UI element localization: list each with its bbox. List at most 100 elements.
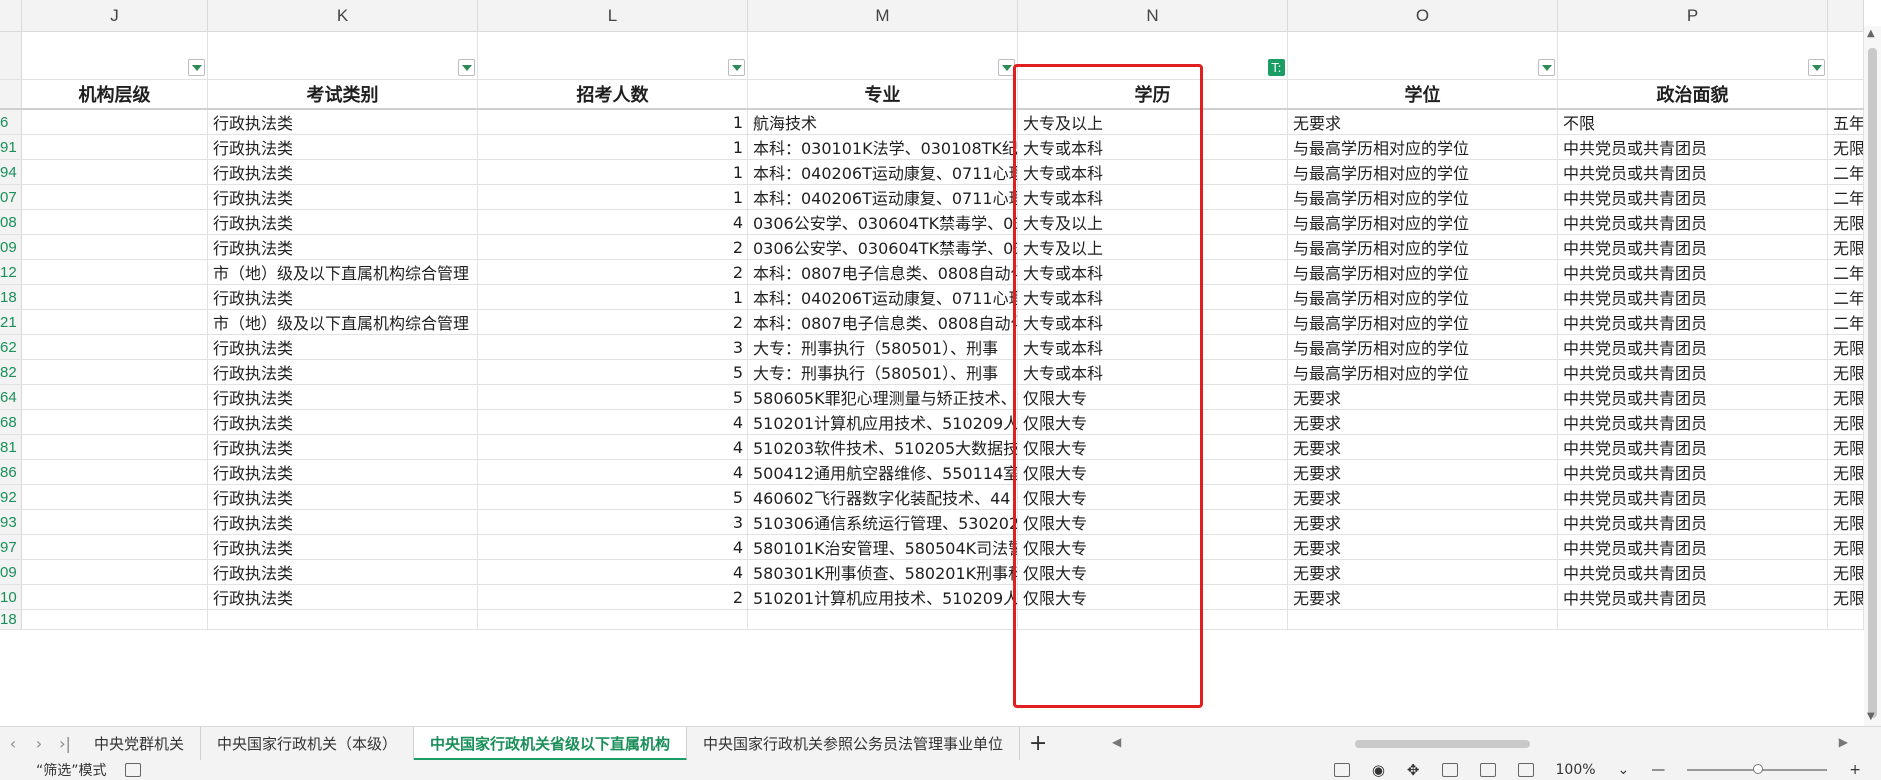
cell-zhengzhi[interactable]: 中共党员或共青团员 <box>1558 285 1828 309</box>
cell-xuewei[interactable]: 无要求 <box>1288 560 1558 584</box>
cell-zhuanye[interactable]: 500412通用航空器维修、550114室内 <box>748 460 1018 484</box>
cell-q[interactable]: 无限 <box>1828 460 1864 484</box>
cell-zhengzhi[interactable]: 中共党员或共青团员 <box>1558 360 1828 384</box>
normal-view-icon[interactable] <box>1441 763 1458 777</box>
cell-zhengzhi[interactable]: 中共党员或共青团员 <box>1558 535 1828 559</box>
cell-zhuanye[interactable]: 510201计算机应用技术、510209人工 <box>748 585 1018 609</box>
cell-jigou[interactable] <box>22 460 208 484</box>
cell-xueli[interactable]: 仅限大专 <box>1018 560 1288 584</box>
scroll-right-icon[interactable]: ▶ <box>1839 735 1848 749</box>
cell-zhuanye[interactable]: 0306公安学、030604TK禁毒学、03 <box>748 235 1018 259</box>
filter-dropdown-icon[interactable] <box>458 59 475 76</box>
cell-zhaokao[interactable]: 4 <box>478 410 748 434</box>
cell-zhuanye[interactable]: 航海技术 <box>748 110 1018 134</box>
row-number[interactable]: 86 <box>0 460 22 484</box>
table-row[interactable]: 94 行政执法类 1 本科：040206T运动康复、0711心理 大专或本科 与最高学历相… <box>0 160 1864 185</box>
cell-kaoshi[interactable]: 行政执法类 <box>208 410 478 434</box>
cell-jigou[interactable] <box>22 510 208 534</box>
row-number[interactable]: 21 <box>0 310 22 334</box>
cell-zhaokao[interactable]: 4 <box>478 210 748 234</box>
cell-q[interactable]: 五年 <box>1828 110 1864 134</box>
cell-zhuanye[interactable]: 580101K治安管理、580504K司法警 <box>748 535 1018 559</box>
cell-zhengzhi[interactable]: 中共党员或共青团员 <box>1558 385 1828 409</box>
cell-xueli[interactable]: 仅限大专 <box>1018 585 1288 609</box>
cell-zhuanye[interactable]: 580301K刑事侦查、580201K刑事科 <box>748 560 1018 584</box>
cell-q[interactable]: 无限 <box>1828 585 1864 609</box>
table-cell[interactable] <box>1288 610 1558 629</box>
cell-xuewei[interactable]: 无要求 <box>1288 485 1558 509</box>
table-row[interactable]: 91 行政执法类 1 本科：030101K法学、030108TK纪检 大专或本科 与最高学… <box>0 135 1864 160</box>
cell-kaoshi[interactable]: 市（地）级及以下直属机构综合管理 <box>208 310 478 334</box>
cell-zhuanye[interactable]: 580605K罪犯心理测量与矫正技术、 <box>748 385 1018 409</box>
first-sheet-icon[interactable]: ‹ <box>0 734 26 753</box>
cell-xueli[interactable]: 大专或本科 <box>1018 335 1288 359</box>
cell-xuewei[interactable]: 与最高学历相对应的学位 <box>1288 210 1558 234</box>
cell-q[interactable]: 无限 <box>1828 435 1864 459</box>
table-row[interactable]: 93 行政执法类 3 510306通信系统运行管理、530202 仅限大专 无要求 中共党员… <box>0 510 1864 535</box>
cell-zhaokao[interactable]: 3 <box>478 510 748 534</box>
cell-q[interactable]: 二年 <box>1828 185 1864 209</box>
sheet-tab-shengji-active[interactable]: 中央国家行政机关省级以下直属机构 <box>414 726 688 761</box>
table-cell[interactable] <box>1828 610 1864 629</box>
table-cell[interactable] <box>478 610 748 629</box>
table-row[interactable]: 68 行政执法类 4 510201计算机应用技术、510209人工 仅限大专 无要求 中共党… <box>0 410 1864 435</box>
table-row[interactable]: 81 行政执法类 4 510203软件技术、510205大数据技术 仅限大专 无要求 中共党… <box>0 435 1864 460</box>
column-header-q[interactable] <box>1828 0 1864 32</box>
table-row[interactable]: 97 行政执法类 4 580101K治安管理、580504K司法警 仅限大专 无要求 中共党… <box>0 535 1864 560</box>
column-header-k[interactable]: K <box>208 0 478 32</box>
cell-zhengzhi[interactable]: 中共党员或共青团员 <box>1558 185 1828 209</box>
row-number[interactable]: 10 <box>0 585 22 609</box>
table-row[interactable]: 07 行政执法类 1 本科：040206T运动康复、0711心理 大专或本科 与最高学历相… <box>0 185 1864 210</box>
column-header-o[interactable]: O <box>1288 0 1558 32</box>
zoom-dropdown-icon[interactable]: ⌄ <box>1618 762 1630 778</box>
cell-xuewei[interactable]: 与最高学历相对应的学位 <box>1288 185 1558 209</box>
table-row[interactable]: 09 行政执法类 4 580301K刑事侦查、580201K刑事科 仅限大专 无要求 中共党… <box>0 560 1864 585</box>
cell-kaoshi[interactable]: 行政执法类 <box>208 135 478 159</box>
cell-zhaokao[interactable]: 4 <box>478 460 748 484</box>
cell-xuewei[interactable]: 无要求 <box>1288 510 1558 534</box>
cell-q[interactable]: 无限 <box>1828 510 1864 534</box>
cell-kaoshi[interactable]: 行政执法类 <box>208 560 478 584</box>
cell-xuewei[interactable]: 与最高学历相对应的学位 <box>1288 360 1558 384</box>
cell-xueli[interactable]: 大专或本科 <box>1018 260 1288 284</box>
cell-zhaokao[interactable]: 4 <box>478 435 748 459</box>
cell-kaoshi[interactable]: 行政执法类 <box>208 285 478 309</box>
cell-kaoshi[interactable]: 行政执法类 <box>208 485 478 509</box>
cell-zhaokao[interactable]: 1 <box>478 160 748 184</box>
cell-jigou[interactable] <box>22 285 208 309</box>
row-number[interactable]: 68 <box>0 410 22 434</box>
cell-jigou[interactable] <box>22 560 208 584</box>
row-number[interactable]: 18 <box>0 610 22 629</box>
scroll-down-icon[interactable]: ▼ <box>1867 711 1875 722</box>
cell-xuewei[interactable]: 无要求 <box>1288 110 1558 134</box>
add-sheet-button[interactable]: + <box>1020 731 1056 756</box>
table-cell[interactable] <box>748 610 1018 629</box>
zoom-slider-knob[interactable] <box>1753 764 1764 774</box>
zoom-in-button[interactable]: + <box>1849 762 1861 778</box>
cell-zhuanye[interactable]: 本科：0807电子信息类、0808自动化 <box>748 260 1018 284</box>
table-row[interactable]: 86 行政执法类 4 500412通用航空器维修、550114室内 仅限大专 无要求 中共党… <box>0 460 1864 485</box>
table-row[interactable]: 92 行政执法类 5 460602飞行器数字化装配技术、44 仅限大专 无要求 中共党员或共… <box>0 485 1864 510</box>
cell-q[interactable]: 无限 <box>1828 410 1864 434</box>
header-cell-jigou[interactable]: 机构层级 <box>22 80 208 108</box>
cell-jigou[interactable] <box>22 110 208 134</box>
cell-zhaokao[interactable]: 2 <box>478 260 748 284</box>
cell-kaoshi[interactable]: 行政执法类 <box>208 110 478 134</box>
column-header-n[interactable]: N <box>1018 0 1288 32</box>
cell-xueli[interactable]: 大专或本科 <box>1018 160 1288 184</box>
cell-zhengzhi[interactable]: 中共党员或共青团员 <box>1558 560 1828 584</box>
page-break-icon[interactable] <box>1517 763 1534 777</box>
cell-xueli[interactable]: 大专或本科 <box>1018 285 1288 309</box>
cell-q[interactable]: 无限 <box>1828 535 1864 559</box>
cell-xueli[interactable]: 仅限大专 <box>1018 460 1288 484</box>
eye-protect-icon[interactable]: ◉ <box>1372 761 1385 779</box>
cell-xuewei[interactable]: 与最高学历相对应的学位 <box>1288 285 1558 309</box>
row-number[interactable] <box>0 80 22 108</box>
cell-zhaokao[interactable]: 1 <box>478 285 748 309</box>
cell-zhuanye[interactable]: 510306通信系统运行管理、530202 <box>748 510 1018 534</box>
scroll-left-icon[interactable]: ◀ <box>1112 735 1121 749</box>
zoom-out-button[interactable]: — <box>1651 762 1665 778</box>
column-header-m[interactable]: M <box>748 0 1018 32</box>
table-row[interactable]: 10 行政执法类 2 510201计算机应用技术、510209人工 仅限大专 无要求 中共党… <box>0 585 1864 610</box>
zoom-level[interactable]: 100% <box>1556 762 1596 778</box>
